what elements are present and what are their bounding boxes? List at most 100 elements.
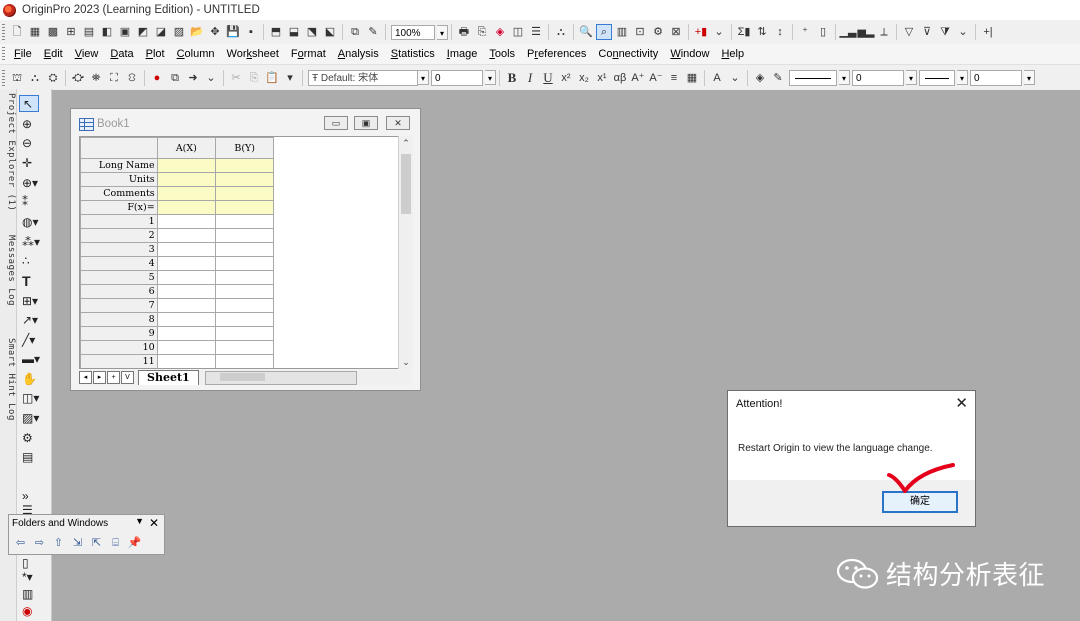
import-image-icon[interactable]: ⧉ xyxy=(347,24,363,40)
star-tool-icon[interactable]: *▾ xyxy=(19,569,47,586)
menu-column[interactable]: Column xyxy=(171,44,221,64)
data-cell[interactable] xyxy=(156,270,217,285)
merge-icon[interactable]: +| xyxy=(980,24,996,40)
menu-help[interactable]: Help xyxy=(715,44,750,64)
zoom-in-tool-icon[interactable]: ⊕ xyxy=(19,116,47,133)
project-explorer-icon[interactable]: ⛬ xyxy=(553,24,569,40)
hscroll-thumb[interactable] xyxy=(219,372,265,381)
remove-filter-icon[interactable]: ⊽ xyxy=(919,24,935,40)
row-number[interactable]: 7 xyxy=(80,298,158,313)
scroll-thumb[interactable] xyxy=(401,154,411,214)
save-icon[interactable]: 💾 xyxy=(225,24,241,40)
sheet-next-icon[interactable]: ▸ xyxy=(93,371,106,384)
line-color-icon[interactable]: ✎ xyxy=(770,70,786,86)
draw-data-tool-icon[interactable]: ⁂▾ xyxy=(19,234,47,251)
menu-connectivity[interactable]: Connectivity xyxy=(592,44,664,64)
paste-dropdown-icon[interactable]: ▾ xyxy=(282,70,298,86)
pattern-combo[interactable] xyxy=(919,69,955,86)
command-window-icon[interactable]: ⊡ xyxy=(632,24,648,40)
zoom-out-tool-icon[interactable]: ⊖ xyxy=(19,135,47,152)
line-width-combo[interactable]: 0 xyxy=(852,69,904,86)
meta-row-label[interactable]: F(x)= xyxy=(80,200,158,215)
worksheet-grid[interactable]: A(X) B(Y) Long Name Units Comments F(x)= 1 2 3… xyxy=(79,136,399,369)
toolbar-grip[interactable] xyxy=(2,24,5,40)
dialog-close-icon[interactable]: ✕ xyxy=(955,394,968,412)
new-layout-icon[interactable]: ◧ xyxy=(99,24,115,40)
menu-window[interactable]: Window xyxy=(664,44,715,64)
book-title-bar[interactable]: Book1 ▭ ▣ ✕ xyxy=(71,109,420,137)
font-size-dropdown-icon[interactable]: ▾ xyxy=(485,70,496,85)
data-reader-tool-icon[interactable]: ⊕▾ xyxy=(19,175,47,192)
menu-image[interactable]: Image xyxy=(441,44,484,64)
digitize-icon[interactable]: ✎ xyxy=(365,24,381,40)
plot-bar-icon[interactable]: ▅▂ xyxy=(858,24,875,40)
transpose-icon[interactable]: ⛶ xyxy=(106,70,122,86)
meta-cell[interactable] xyxy=(215,186,275,201)
menu-view[interactable]: View xyxy=(69,44,105,64)
hand-tool-icon[interactable]: ✋ xyxy=(19,371,47,388)
greek-button[interactable]: αβ xyxy=(612,70,628,86)
data-cell[interactable] xyxy=(156,284,217,299)
print-icon[interactable]: 🖶 xyxy=(456,24,472,40)
scroll-down-icon[interactable]: ⌄ xyxy=(399,355,413,369)
meta-row-label[interactable]: Units xyxy=(80,172,158,187)
meta-cell[interactable] xyxy=(156,172,217,187)
meta-cell[interactable] xyxy=(215,200,275,215)
data-cell[interactable] xyxy=(215,312,275,327)
pattern-width-combo[interactable]: 0 xyxy=(970,69,1022,86)
code-builder-icon[interactable]: ⚙ xyxy=(650,24,666,40)
duplicate-icon[interactable]: ◫ xyxy=(510,24,526,40)
supersubscript-button[interactable]: x¹ xyxy=(594,70,610,86)
row-number[interactable]: 9 xyxy=(80,326,158,341)
plot-column-icon[interactable]: ▁▃ xyxy=(840,24,857,40)
data-cell[interactable] xyxy=(215,242,275,257)
pin-icon[interactable]: 📌 xyxy=(126,536,143,551)
horizontal-scrollbar[interactable] xyxy=(204,370,357,385)
new-notes-icon[interactable]: ▣ xyxy=(117,24,133,40)
close-button[interactable]: ✕ xyxy=(386,116,410,130)
maximize-button[interactable]: ▣ xyxy=(354,116,378,130)
data-cell[interactable] xyxy=(215,326,275,341)
menu-preferences[interactable]: Preferences xyxy=(521,44,592,64)
sheet-tab[interactable]: Sheet1 xyxy=(138,370,199,385)
import-multi-icon[interactable]: ⛬ xyxy=(27,70,43,86)
data-cell[interactable] xyxy=(156,242,217,257)
toolbar2-overflow-icon[interactable]: ⌄ xyxy=(203,70,219,86)
rectangle-tool-icon[interactable]: ▬▾ xyxy=(19,351,47,368)
new-function-icon[interactable]: ▤ xyxy=(81,24,97,40)
data-cell[interactable] xyxy=(215,270,275,285)
regional-select-tool-icon[interactable]: ∴ xyxy=(19,253,47,270)
console-icon[interactable]: ⊠ xyxy=(668,24,684,40)
data-cell[interactable] xyxy=(156,298,217,313)
text-tool-icon[interactable]: T xyxy=(19,273,47,290)
save-template-icon[interactable]: ▪ xyxy=(243,24,259,40)
meta-cell[interactable] xyxy=(215,172,275,187)
cut-icon[interactable]: ✂ xyxy=(228,70,244,86)
data-cell[interactable] xyxy=(156,340,217,355)
panel-menu-icon[interactable]: ▼ xyxy=(135,516,144,526)
arrow-tool-icon[interactable]: ↗▾ xyxy=(19,312,47,329)
refresh-icon[interactable]: ◈ xyxy=(492,24,508,40)
menu-edit[interactable]: Edit xyxy=(38,44,69,64)
column-header[interactable]: B(Y) xyxy=(215,137,275,159)
data-cell[interactable] xyxy=(215,214,275,229)
data-cell[interactable] xyxy=(156,312,217,327)
copy-icon[interactable]: ⎘ xyxy=(246,70,262,86)
new-graph-icon[interactable]: ⊞ xyxy=(63,24,79,40)
data-cell[interactable] xyxy=(215,354,275,368)
bold-button[interactable]: B xyxy=(504,70,520,86)
menu-format[interactable]: Format xyxy=(285,44,332,64)
row-number[interactable]: 3 xyxy=(80,242,158,257)
row-number[interactable]: 6 xyxy=(80,284,158,299)
messages-log-tab[interactable]: Messages Log xyxy=(0,235,16,306)
subscript-button[interactable]: x₂ xyxy=(576,70,592,86)
column-header[interactable]: A(X) xyxy=(156,137,217,159)
plot-line-icon[interactable]: ⟂ xyxy=(876,24,892,40)
meta-cell[interactable] xyxy=(156,186,217,201)
pointer-tool-icon[interactable]: ↖ xyxy=(19,95,39,112)
new-template-icon[interactable]: ◩ xyxy=(135,24,151,40)
row-number[interactable]: 10 xyxy=(80,340,158,355)
import-csv-icon[interactable]: ⛭ xyxy=(45,70,61,86)
project-explorer-tab[interactable]: Project Explorer (1) xyxy=(0,93,16,211)
import-data-icon[interactable]: ⛫ xyxy=(9,70,25,86)
